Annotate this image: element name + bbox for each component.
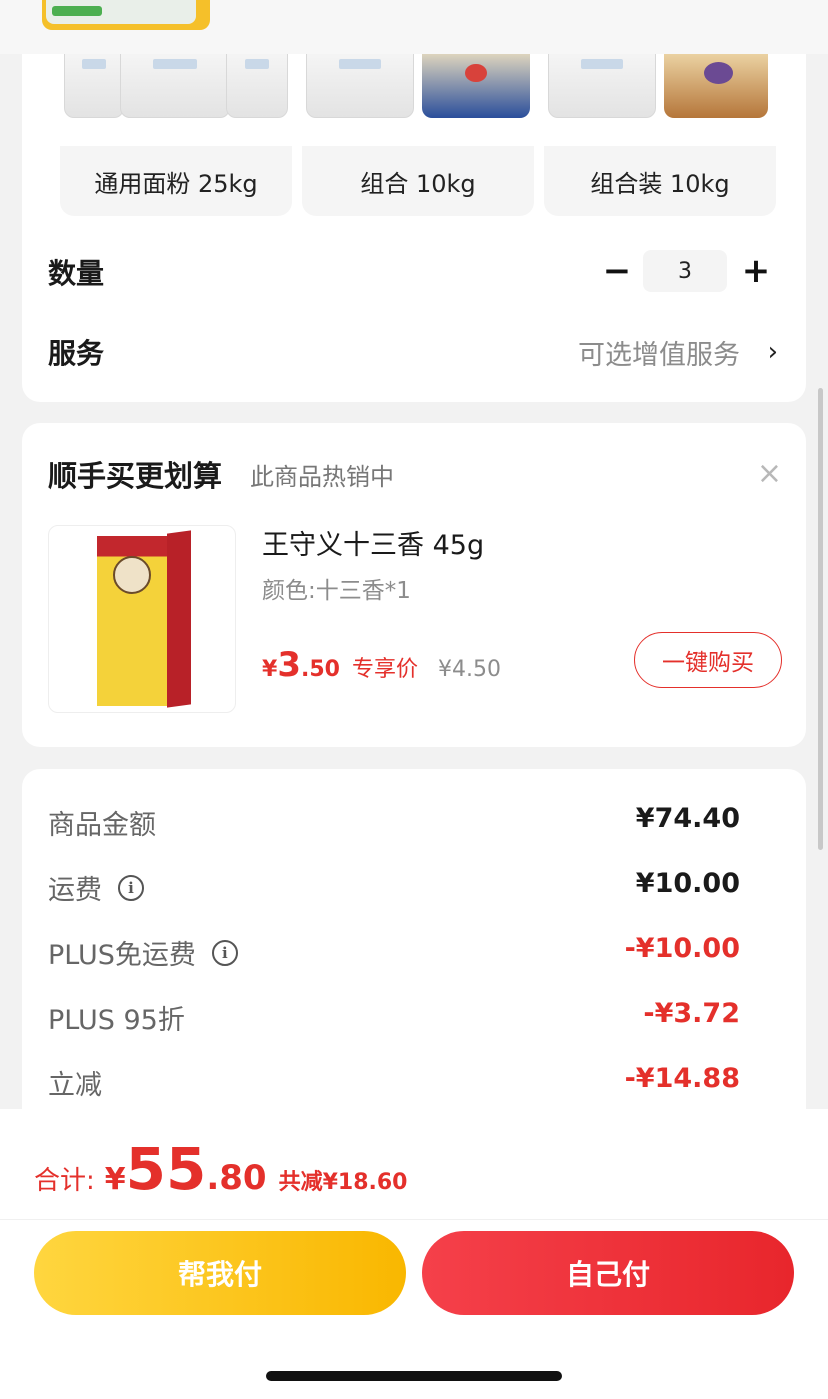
original-price: ¥4.50 xyxy=(437,657,501,682)
total-decimal: .80 xyxy=(206,1158,267,1198)
addon-subtitle: 此商品热销中 xyxy=(250,463,394,491)
variant-bag-image xyxy=(548,54,656,118)
summary-row-instant-discount: 立减 -¥14.88 xyxy=(22,1053,806,1103)
variant-option-3[interactable]: 组合装 10kg xyxy=(544,54,776,216)
summary-label: PLUS免运费 i xyxy=(48,933,238,972)
summary-label: 运费 i xyxy=(48,868,144,907)
summary-label-text: 立减 xyxy=(48,1070,102,1101)
one-click-buy-button[interactable]: 一键购买 xyxy=(634,632,782,688)
variant-option-2[interactable]: 组合 10kg xyxy=(302,54,534,216)
variant-image xyxy=(544,54,776,146)
summary-row-plus-discount: PLUS 95折 -¥3.72 xyxy=(22,988,806,1038)
total-currency: ¥ xyxy=(104,1162,126,1197)
product-options-card: 通用面粉 25kg 组合 10kg 组合装 10kg 数量 − 3 + 服务 可… xyxy=(22,54,806,402)
summary-label-text: PLUS免运费 xyxy=(48,940,196,971)
variant-bag-image xyxy=(64,54,124,118)
quantity-row: 数量 − 3 + xyxy=(22,242,806,302)
variant-label: 组合 10kg xyxy=(360,169,476,198)
summary-row-goods: 商品金额 ¥74.40 xyxy=(22,793,806,843)
summary-label: 商品金额 xyxy=(48,803,156,842)
pay-myself-button[interactable]: 自己付 xyxy=(422,1231,794,1315)
previous-item-thumbnail[interactable] xyxy=(42,0,210,30)
variant-label: 通用面粉 25kg xyxy=(94,169,258,198)
summary-row-plus-free-shipping: PLUS免运费 i -¥10.00 xyxy=(22,923,806,973)
quantity-minus-button[interactable]: − xyxy=(600,250,634,292)
total-price: 合计: ¥ 55 .80 共减¥18.60 xyxy=(34,1135,408,1203)
top-strip xyxy=(0,0,828,54)
summary-value: -¥14.88 xyxy=(624,1063,740,1094)
variant-bag-image xyxy=(422,54,530,118)
previous-item-image xyxy=(46,0,196,24)
addon-title: 顺手买更划算 xyxy=(48,459,223,493)
portrait-graphic xyxy=(113,556,151,594)
info-icon[interactable]: i xyxy=(118,874,144,901)
price-summary-card: 商品金额 ¥74.40 运费 i ¥10.00 PLUS免运费 i -¥10.00 … xyxy=(22,769,806,1129)
close-icon[interactable]: × xyxy=(757,459,782,489)
price-decimal: .50 xyxy=(300,657,340,682)
scrollbar[interactable] xyxy=(818,388,823,850)
price-currency: ¥ xyxy=(262,657,278,682)
variant-bag-image xyxy=(120,54,230,118)
variant-bag-image xyxy=(306,54,414,118)
variant-label: 组合装 10kg xyxy=(590,169,730,198)
total-saved: 共减¥18.60 xyxy=(278,1170,408,1195)
quantity-plus-button[interactable]: + xyxy=(736,250,776,292)
variant-bag-image xyxy=(664,54,768,118)
summary-value: -¥10.00 xyxy=(624,933,740,964)
total-integer: 55 xyxy=(125,1135,207,1203)
summary-label-text: 运费 xyxy=(48,875,102,906)
addon-product-name[interactable]: 王守义十三香 45g xyxy=(262,523,484,562)
box-side-graphic xyxy=(167,530,191,708)
help-me-pay-button[interactable]: 帮我付 xyxy=(34,1231,406,1315)
addon-product-image[interactable] xyxy=(48,525,236,713)
exclusive-price-tag: 专享价 xyxy=(351,657,418,682)
total-label: 合计: xyxy=(34,1166,95,1196)
divider xyxy=(0,1219,828,1220)
quantity-label: 数量 xyxy=(48,257,105,290)
summary-row-shipping: 运费 i ¥10.00 xyxy=(22,858,806,908)
summary-value: ¥10.00 xyxy=(635,868,740,899)
chevron-right-icon: › xyxy=(767,337,778,367)
variant-image xyxy=(60,54,292,146)
checkout-bar: 合计: ¥ 55 .80 共减¥18.60 帮我付 自己付 xyxy=(0,1109,828,1399)
service-label: 服务 xyxy=(48,337,105,370)
summary-value: -¥3.72 xyxy=(643,998,740,1029)
home-indicator[interactable] xyxy=(266,1371,562,1381)
summary-label-text: PLUS 95折 xyxy=(48,1005,185,1036)
summary-label: 立减 xyxy=(48,1063,102,1102)
info-icon[interactable]: i xyxy=(211,939,238,966)
price-integer: 3 xyxy=(277,645,301,685)
variant-option-1[interactable]: 通用面粉 25kg xyxy=(60,54,292,216)
service-hint: 可选增值服务 xyxy=(578,339,740,371)
quantity-value[interactable]: 3 xyxy=(643,250,727,292)
summary-label-text: 商品金额 xyxy=(48,810,156,841)
addon-card: 顺手买更划算 此商品热销中 × 王守义十三香 45g 颜色:十三香*1 ¥ 3 … xyxy=(22,423,806,747)
variant-image xyxy=(302,54,534,146)
summary-label: PLUS 95折 xyxy=(48,998,185,1037)
summary-value: ¥74.40 xyxy=(635,803,740,834)
service-row[interactable]: 服务 可选增值服务 › xyxy=(22,322,806,382)
variant-bag-image xyxy=(226,54,288,118)
addon-price: ¥ 3 .50 专享价 ¥4.50 xyxy=(262,645,501,685)
addon-product-spec: 颜色:十三香*1 xyxy=(262,578,411,604)
